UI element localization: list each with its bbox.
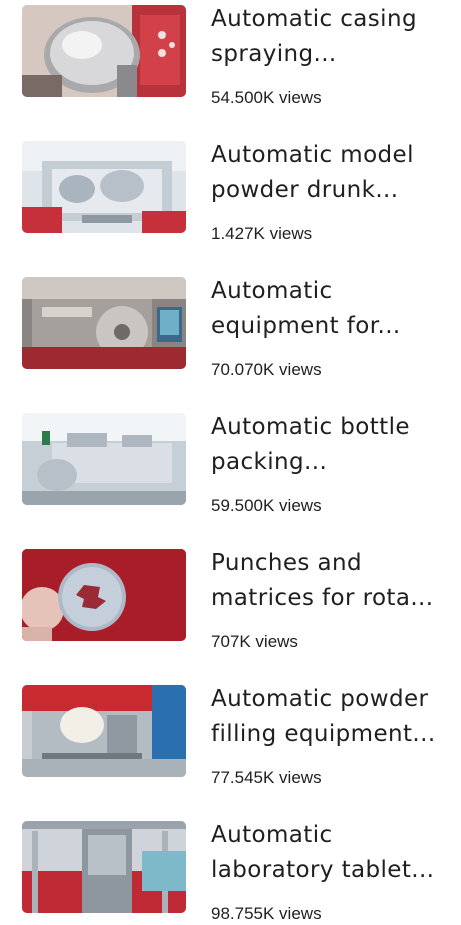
video-title[interactable]: Automatic laboratory tablet... bbox=[211, 818, 447, 888]
video-title-line: matrices for rota... bbox=[211, 585, 434, 611]
video-title-line: laboratory tablet... bbox=[211, 857, 435, 883]
video-item[interactable]: Automatic model powder drunk... 1.427K v… bbox=[0, 136, 461, 256]
video-title[interactable]: Automatic equipment for... bbox=[211, 274, 447, 344]
video-title-line: powder drunk... bbox=[211, 177, 399, 203]
video-title-line: filling equipment... bbox=[211, 721, 436, 747]
view-count: 98.755K views bbox=[211, 904, 322, 923]
packaging-equipment-icon bbox=[22, 277, 186, 369]
video-title[interactable]: Automatic powder filling equipment... bbox=[211, 682, 447, 752]
powder-filling-machine-icon bbox=[22, 685, 186, 777]
video-thumbnail[interactable] bbox=[22, 413, 186, 505]
video-title-line: Automatic bbox=[211, 822, 333, 848]
video-title-line: Automatic bottle bbox=[211, 414, 410, 440]
video-item[interactable]: Automatic powder filling equipment... 77… bbox=[0, 680, 461, 800]
video-title[interactable]: Punches and matrices for rota... bbox=[211, 546, 447, 616]
powder-mixing-machine-icon bbox=[22, 141, 186, 233]
video-title-line: Automatic bbox=[211, 278, 333, 304]
video-title[interactable]: Automatic casing spraying... bbox=[211, 2, 447, 72]
bottle-packing-line-icon bbox=[22, 413, 186, 505]
video-thumbnail[interactable] bbox=[22, 277, 186, 369]
video-thumbnail[interactable] bbox=[22, 549, 186, 641]
video-title-line: packing... bbox=[211, 449, 328, 475]
video-thumbnail[interactable] bbox=[22, 821, 186, 913]
video-title-line: spraying... bbox=[211, 41, 337, 67]
view-count: 77.545K views bbox=[211, 768, 322, 787]
video-item[interactable]: Punches and matrices for rota... 707K vi… bbox=[0, 544, 461, 664]
video-item[interactable]: Automatic equipment for... 70.070K views bbox=[0, 272, 461, 392]
video-title-line: Automatic model bbox=[211, 142, 414, 168]
video-title-line: Punches and bbox=[211, 550, 362, 576]
video-title[interactable]: Automatic bottle packing... bbox=[211, 410, 447, 480]
view-count: 59.500K views bbox=[211, 496, 322, 515]
video-thumbnail[interactable] bbox=[22, 141, 186, 233]
view-count: 1.427K views bbox=[211, 224, 313, 243]
coating-pan-machine-icon bbox=[22, 5, 186, 97]
video-title-line: equipment for... bbox=[211, 313, 401, 339]
view-count: 707K views bbox=[211, 632, 298, 651]
video-title-line: Automatic casing bbox=[211, 6, 417, 32]
video-title[interactable]: Automatic model powder drunk... bbox=[211, 138, 447, 208]
video-thumbnail[interactable] bbox=[22, 5, 186, 97]
view-count: 54.500K views bbox=[211, 88, 322, 107]
video-thumbnail[interactable] bbox=[22, 685, 186, 777]
video-item[interactable]: Automatic bottle packing... 59.500K view… bbox=[0, 408, 461, 528]
punch-die-part-icon bbox=[22, 549, 186, 641]
video-item[interactable]: Automatic laboratory tablet... 98.755K v… bbox=[0, 816, 461, 925]
video-list: Automatic casing spraying... 54.500K vie… bbox=[0, 0, 461, 925]
tablet-press-machine-icon bbox=[22, 821, 186, 913]
view-count: 70.070K views bbox=[211, 360, 322, 379]
video-title-line: Automatic powder bbox=[211, 686, 429, 712]
video-item[interactable]: Automatic casing spraying... 54.500K vie… bbox=[0, 0, 461, 120]
